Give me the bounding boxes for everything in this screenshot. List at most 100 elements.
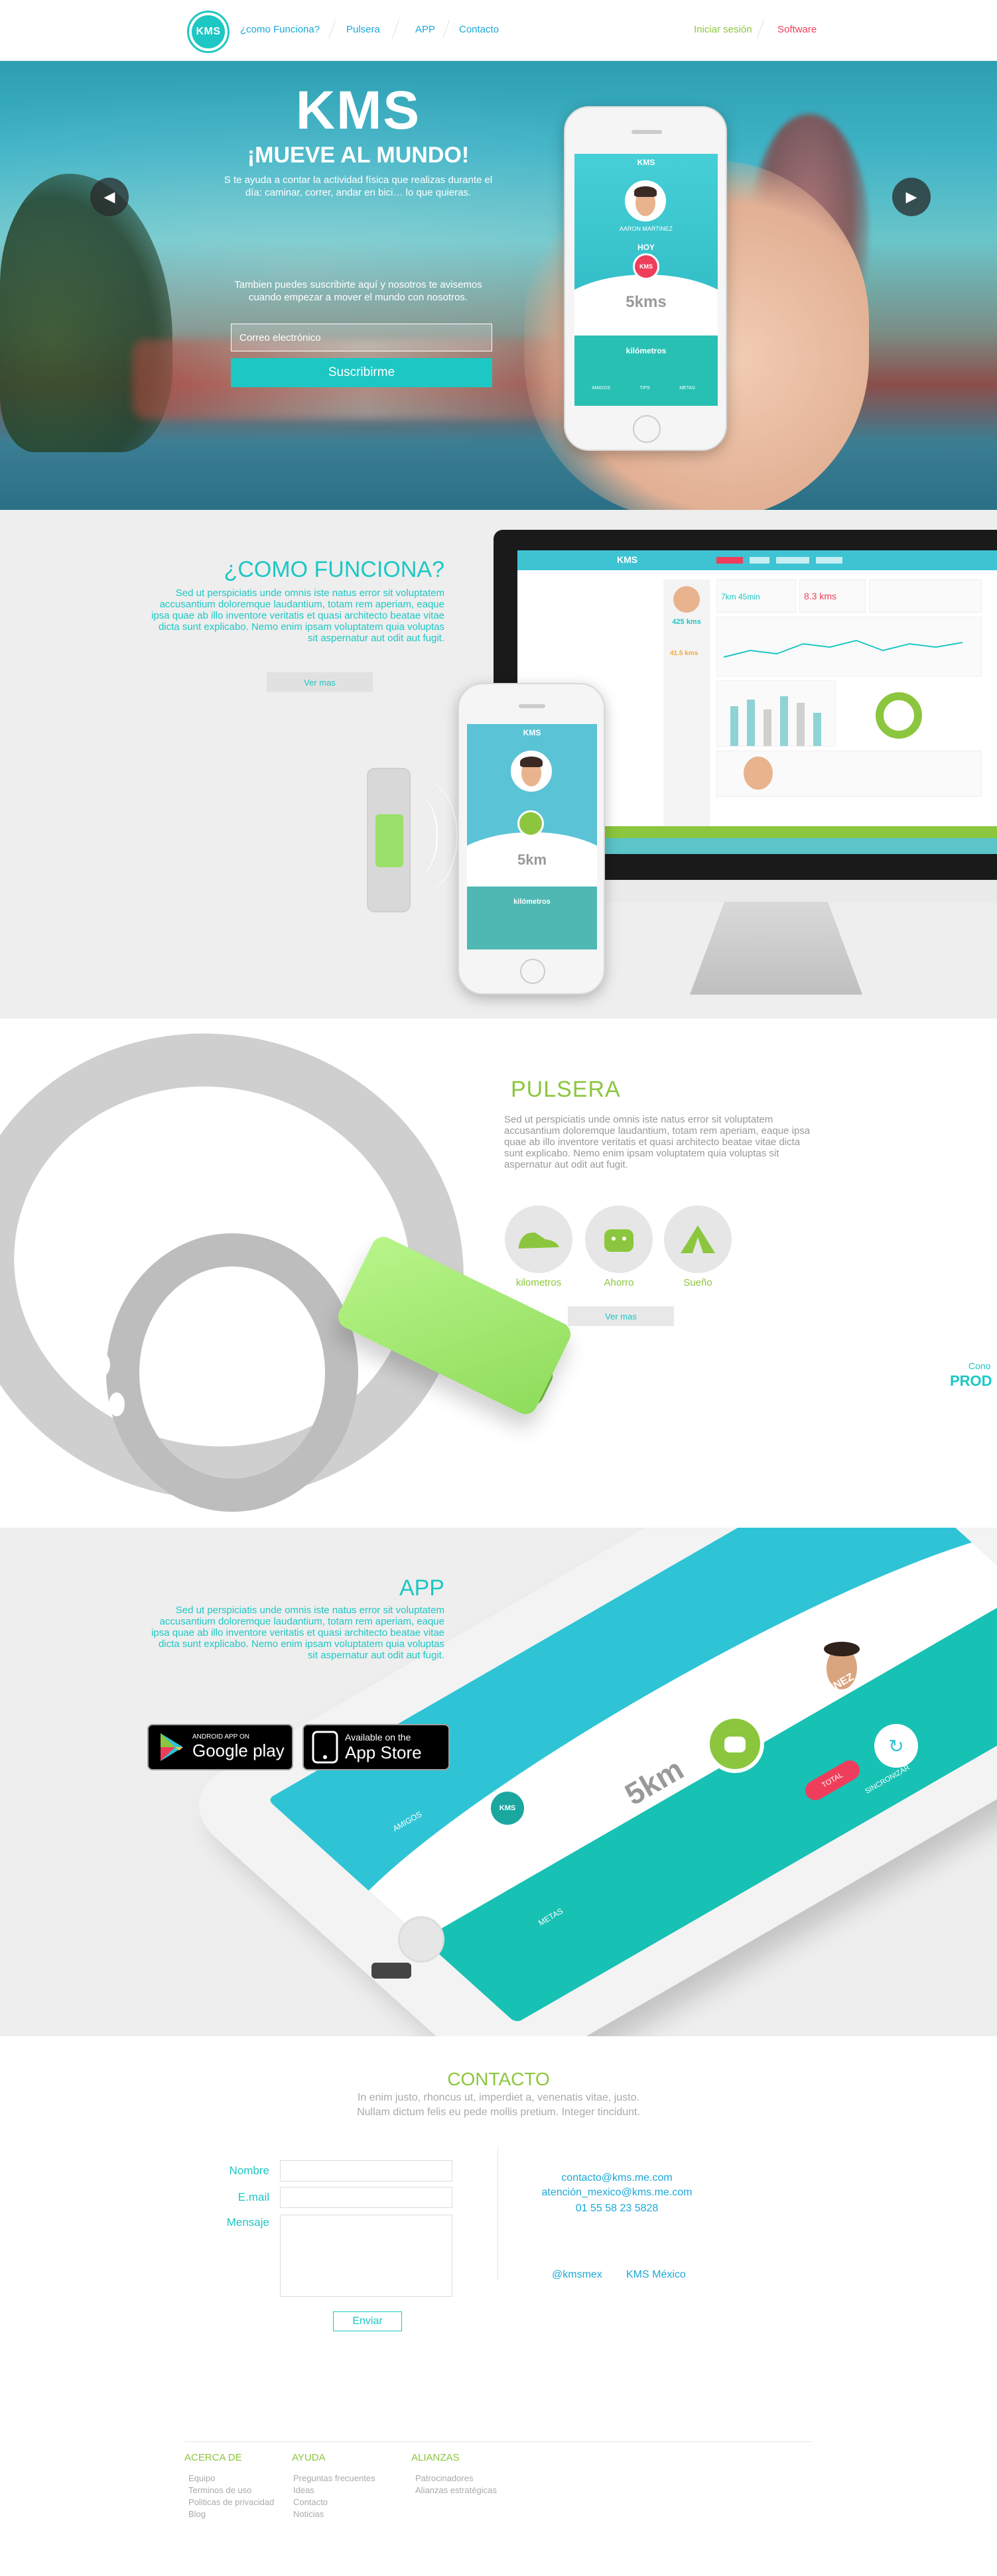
line-chart-svg — [723, 639, 963, 658]
screen-bottom — [467, 886, 597, 950]
footer-acerca-title: ACERCA DE — [184, 2452, 242, 2463]
piggy-bank-icon — [724, 1737, 746, 1752]
footer-link-privacidad[interactable]: Politicas de privacidad — [188, 2497, 274, 2507]
footer-link-noticias[interactable]: Noticias — [293, 2509, 324, 2519]
phone-metric: kilómetros — [513, 898, 551, 906]
dashboard-nav-item — [750, 557, 769, 564]
pulsera-title: PULSERA — [511, 1077, 621, 1102]
chevron-left-icon: ◀ — [103, 188, 115, 205]
feature-sueno[interactable] — [664, 1205, 732, 1273]
phone-kms-badge: KMS — [633, 253, 659, 280]
app-phone-kms-badge: KMS — [491, 1792, 524, 1825]
como-phone-screen: KMS 5km kilómetros — [467, 724, 597, 950]
email-field[interactable] — [280, 2187, 452, 2208]
bar — [764, 709, 771, 746]
hero-title: KMS — [295, 80, 421, 141]
signal-wave — [385, 780, 458, 892]
google-play-icon — [161, 1733, 183, 1761]
footer-link-ideas[interactable]: Ideas — [293, 2485, 314, 2495]
carousel-prev-button[interactable]: ◀ — [90, 178, 129, 216]
send-button[interactable]: Enviar — [333, 2311, 402, 2331]
bar — [813, 713, 821, 746]
phone-tab-tips[interactable]: TIPS — [625, 386, 665, 391]
google-play-small: ANDROID APP ON — [192, 1733, 249, 1741]
pulsera-body: Sed ut perspiciatis unde omnis iste natu… — [504, 1114, 811, 1170]
dashboard-bar-chart — [716, 680, 836, 747]
bar — [780, 696, 788, 746]
message-label: Mensaje — [226, 2216, 269, 2229]
nav-link-contacto[interactable]: Contacto — [459, 24, 499, 35]
avatar — [625, 180, 666, 221]
nav-link-pulsera[interactable]: Pulsera — [346, 24, 380, 35]
twitter-link[interactable]: @kmsmex — [552, 2269, 602, 2281]
app-title: APP — [399, 1575, 444, 1601]
hero-description: S te ayuda a contar la actividad física … — [224, 174, 493, 198]
kms-logo[interactable]: KMS — [187, 11, 230, 53]
logo-text: KMS — [192, 15, 225, 48]
phone-logo: KMS — [637, 158, 655, 167]
hero-subtitle: ¡MUEVE AL MUNDO! — [247, 143, 470, 168]
sync-icon[interactable]: ↻ — [874, 1724, 918, 1768]
footer-link-contacto[interactable]: Contacto — [293, 2497, 328, 2507]
carousel-next-button[interactable]: ▶ — [892, 178, 931, 216]
pulsera-ver-mas-button[interactable]: Ver mas — [568, 1306, 674, 1326]
footer-link-preguntas[interactable]: Preguntas frecuentes — [293, 2473, 375, 2483]
google-play-big: Google play — [192, 1741, 285, 1760]
footer-link-blog[interactable]: Blog — [188, 2509, 206, 2519]
phone-tab-metas[interactable]: METAS — [667, 386, 707, 391]
tip-character — [744, 757, 773, 790]
message-field[interactable] — [280, 2215, 452, 2297]
phone-metric: kilómetros — [626, 346, 667, 355]
dashboard-nav-item — [816, 557, 842, 564]
avatar-hair — [634, 186, 657, 197]
edge-text-small: Cono — [968, 1361, 991, 1371]
apple-icon — [312, 1731, 338, 1764]
footer-ayuda-title: AYUDA — [292, 2452, 326, 2463]
top-nav: KMS ¿como Funciona? Pulsera APP Contacto… — [0, 0, 997, 61]
name-label: Nombre — [229, 2164, 269, 2177]
phone-tab-amigos[interactable]: AMIGOS — [581, 386, 621, 391]
app-phone-port — [371, 1963, 411, 1979]
app-phone-badge — [706, 1715, 764, 1773]
dashboard-avatar — [673, 586, 700, 613]
footer-alianzas-title: ALIANZAS — [411, 2452, 460, 2463]
dashboard-logo: KMS — [617, 554, 638, 565]
hero-phone: KMS AARON MARTINEZ HOY KMS 5kms kilómetr… — [564, 106, 727, 451]
subscribe-button[interactable]: Suscribirme — [231, 358, 492, 387]
phone-user-name: AARON MARTINEZ — [619, 225, 673, 232]
app-store-button[interactable]: Available on the App Store — [302, 1724, 450, 1770]
chevron-right-icon: ▶ — [905, 188, 917, 205]
avatar-hair — [520, 757, 543, 767]
login-link[interactable]: Iniciar sesión — [694, 24, 752, 35]
feature-kilometros[interactable] — [505, 1205, 572, 1273]
footer-link-patrocinadores[interactable]: Patrocinadores — [415, 2473, 473, 2483]
footer-link-equipo[interactable]: Equipo — [188, 2473, 215, 2483]
dashboard-stat-kms: 8.3 kms — [804, 591, 837, 601]
google-play-button[interactable]: ANDROID APP ON Google play — [147, 1724, 293, 1770]
footer-link-alianzas[interactable]: Alianzas estratégicas — [415, 2485, 497, 2495]
name-field[interactable] — [280, 2160, 452, 2181]
facebook-link[interactable]: KMS México — [626, 2269, 686, 2281]
avatar-hair — [824, 1642, 860, 1656]
footer-link-terminos[interactable]: Terminos de uso — [188, 2485, 251, 2495]
como-funciona-title: ¿COMO FUNCIONA? — [224, 557, 444, 582]
contact-email-2[interactable]: atención_mexico@kms.me.com — [517, 2187, 716, 2199]
contact-email-1[interactable]: contacto@kms.me.com — [517, 2172, 716, 2184]
feature-ahorro[interactable] — [585, 1205, 653, 1273]
nav-link-como-funciona[interactable]: ¿como Funciona? — [240, 24, 320, 35]
email-input[interactable] — [231, 324, 492, 351]
contacto-description-1: In enim justo, rhoncus ut, imperdiet a, … — [357, 2092, 640, 2103]
como-funciona-body: Sed ut perspiciatis unde omnis iste natu… — [151, 587, 444, 644]
phone-green-badge — [517, 810, 544, 837]
dashboard-nav-item — [716, 557, 743, 564]
dashboard-kms-today: 425 kms — [672, 618, 701, 626]
contact-phone: 01 55 58 23 5828 — [575, 2203, 659, 2214]
software-link[interactable]: Software — [777, 24, 817, 35]
dashboard-stat-card: 7km 45min — [716, 580, 796, 613]
shoe-icon — [519, 1232, 559, 1249]
hero-banner — [0, 61, 997, 510]
piggy-bank-icon — [604, 1229, 633, 1252]
nav-link-app[interactable]: APP — [415, 24, 435, 35]
como-ver-mas-button[interactable]: Ver mas — [267, 672, 373, 692]
dashboard-stat-time: 7km 45min — [721, 592, 760, 601]
